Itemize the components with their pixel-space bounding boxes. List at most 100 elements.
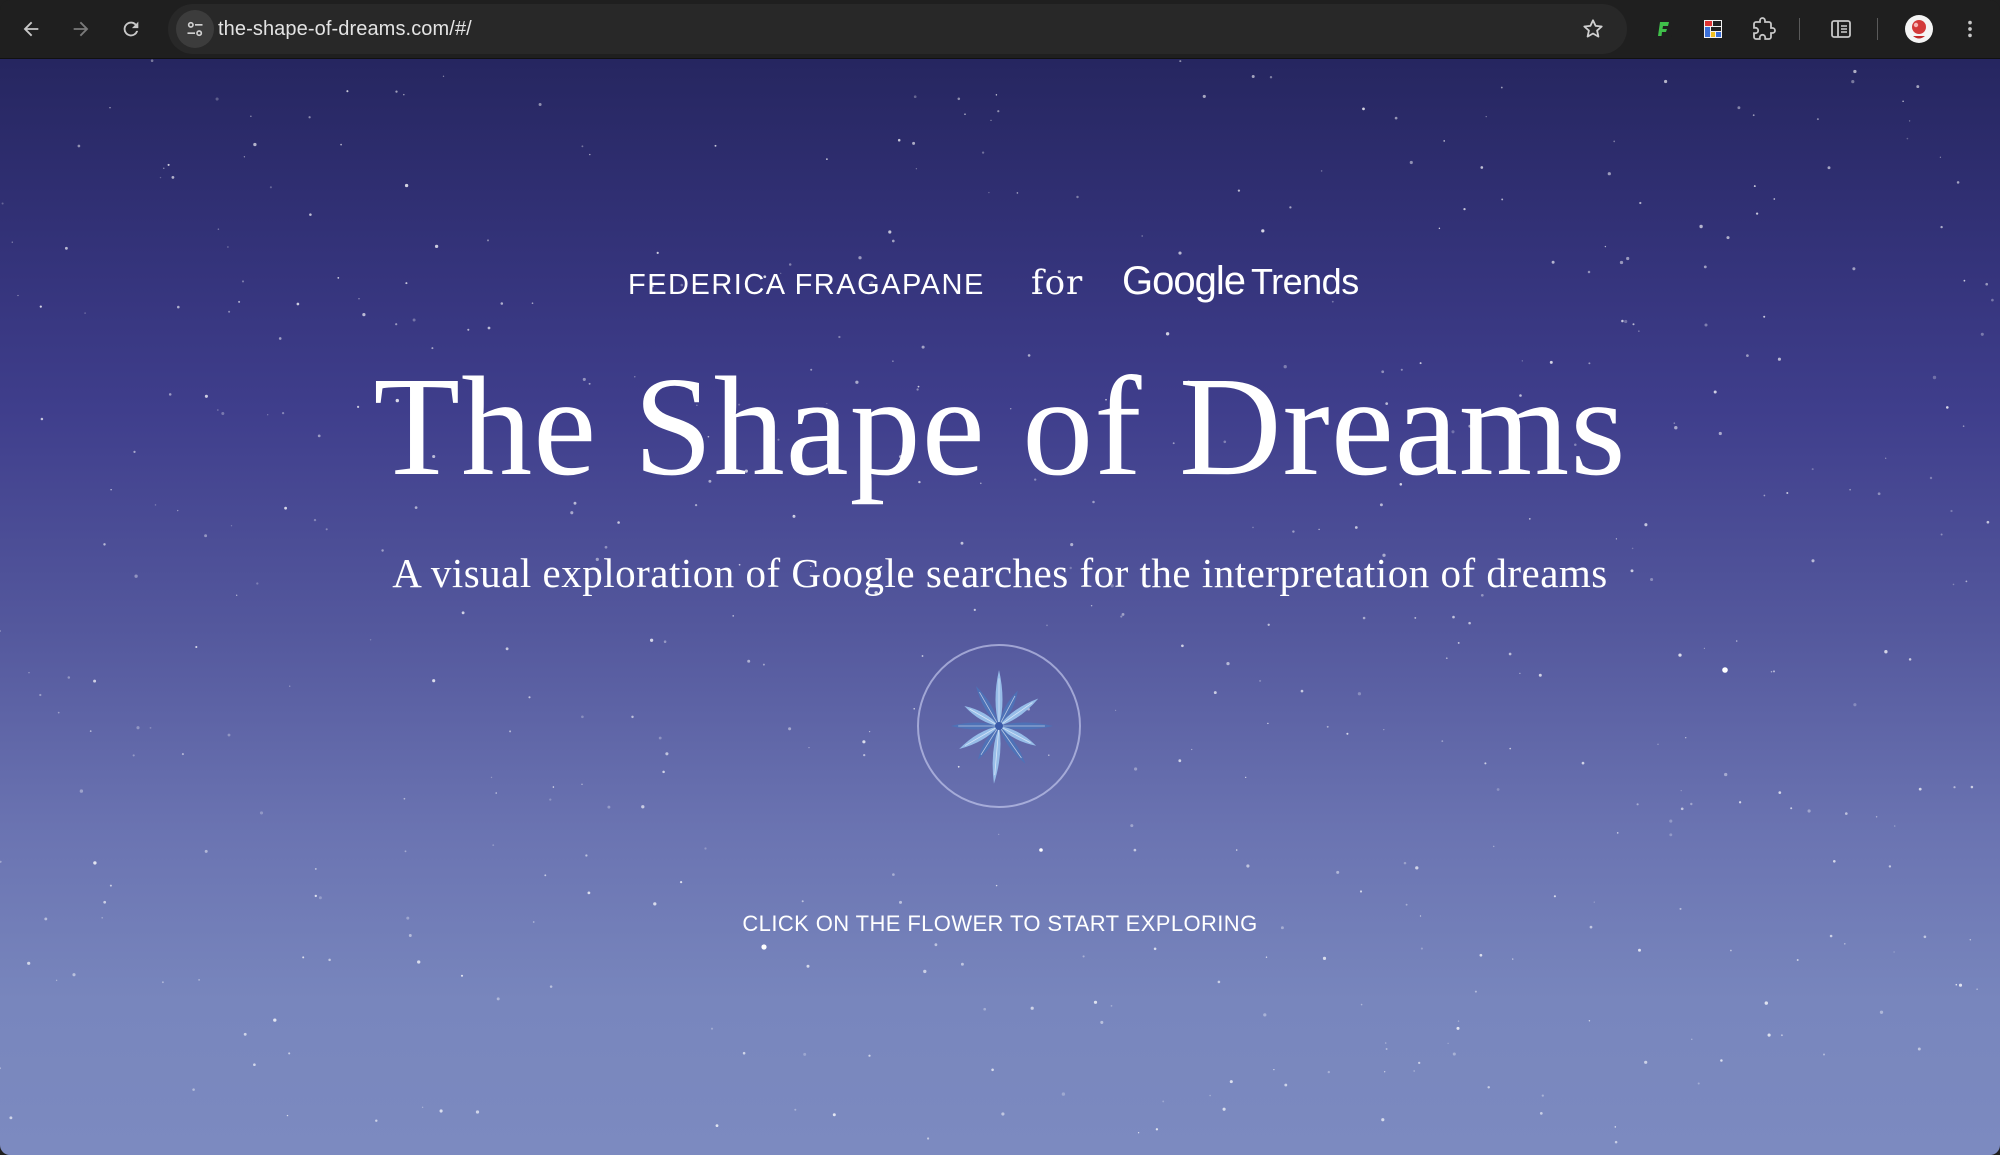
star <box>150 59 154 62</box>
star <box>742 1051 746 1055</box>
star <box>1616 832 1619 834</box>
star <box>1607 172 1611 176</box>
extension-button-1[interactable] <box>1643 9 1683 49</box>
profile-button[interactable] <box>1899 9 1939 49</box>
star <box>72 973 76 977</box>
star <box>1030 1006 1034 1010</box>
star <box>313 518 317 522</box>
star <box>1267 722 1269 725</box>
address-bar[interactable]: the-shape-of-dreams.com/#/ <box>168 4 1627 54</box>
star <box>923 969 927 974</box>
star <box>1773 670 1775 673</box>
star <box>549 985 553 988</box>
arrow-left-icon <box>23 21 39 37</box>
star <box>136 726 140 730</box>
star <box>432 679 436 683</box>
star <box>1405 903 1408 906</box>
star <box>1082 955 1085 958</box>
star <box>1251 75 1255 78</box>
star <box>163 167 165 169</box>
star <box>1385 1048 1388 1050</box>
star <box>1644 523 1648 527</box>
star <box>1730 949 1732 952</box>
star <box>460 974 464 977</box>
star <box>1039 848 1043 852</box>
star <box>1500 86 1503 89</box>
star <box>1893 825 1896 827</box>
site-info-button[interactable] <box>176 10 214 48</box>
star <box>1669 833 1673 837</box>
star <box>227 733 231 737</box>
star <box>1669 819 1673 823</box>
star <box>161 981 164 984</box>
url-text[interactable]: the-shape-of-dreams.com/#/ <box>218 4 472 54</box>
star <box>1409 160 1413 165</box>
star <box>1468 621 1471 625</box>
star <box>1061 1092 1066 1096</box>
star <box>505 647 509 651</box>
page-content: FEDERICA FRAGAPANE for Google Trends The … <box>0 59 2000 1155</box>
star <box>1336 870 1340 874</box>
star <box>1780 1034 1783 1037</box>
star <box>653 902 657 906</box>
star <box>1261 229 1265 233</box>
extensions-button[interactable] <box>1744 9 1784 49</box>
star <box>1615 538 1618 540</box>
page-title: The Shape of Dreams <box>373 347 1627 505</box>
star <box>1697 1082 1700 1085</box>
star <box>9 1116 13 1120</box>
star <box>998 833 1000 836</box>
star <box>1879 1010 1884 1014</box>
star <box>888 230 892 234</box>
star <box>788 727 792 731</box>
star <box>1420 947 1423 950</box>
star <box>217 228 220 230</box>
star <box>1443 140 1446 142</box>
star <box>1955 983 1958 986</box>
flower-start-button[interactable] <box>917 644 1081 808</box>
browser-toolbar: the-shape-of-dreams.com/#/ <box>0 0 2000 59</box>
star <box>1273 1068 1275 1071</box>
star <box>421 1106 424 1109</box>
star <box>67 676 71 679</box>
extension-button-2[interactable] <box>1693 9 1733 49</box>
star <box>93 679 97 683</box>
bookmark-button[interactable] <box>1573 9 1613 49</box>
star <box>1 202 4 205</box>
forward-button[interactable] <box>61 9 101 49</box>
star <box>27 961 31 965</box>
star <box>1690 802 1693 806</box>
back-button[interactable] <box>11 9 51 49</box>
star <box>1259 679 1262 682</box>
credits: FEDERICA FRAGAPANE for Google Trends <box>0 259 2000 319</box>
star <box>1267 623 1270 626</box>
star <box>1237 189 1241 192</box>
star <box>1245 776 1247 779</box>
star <box>1593 901 1595 903</box>
browser-menu-button[interactable] <box>1950 9 1990 49</box>
star <box>1956 181 1960 184</box>
star <box>1485 115 1487 118</box>
star <box>177 509 179 512</box>
star <box>710 1027 714 1030</box>
star <box>39 693 42 697</box>
star <box>552 786 555 788</box>
star <box>1614 1126 1617 1128</box>
reload-button[interactable] <box>111 9 151 49</box>
star <box>1621 319 1624 323</box>
star <box>1679 907 1682 910</box>
star <box>1528 518 1531 520</box>
star <box>1381 1118 1385 1122</box>
star <box>204 849 208 853</box>
side-panel-button[interactable] <box>1821 9 1861 49</box>
star <box>1357 692 1362 696</box>
star <box>1110 1005 1113 1007</box>
star <box>538 103 542 106</box>
star <box>1492 845 1495 848</box>
star <box>1456 1026 1460 1030</box>
star <box>1613 140 1616 143</box>
star <box>1360 1003 1363 1006</box>
star <box>278 337 282 340</box>
star <box>1001 1112 1005 1116</box>
star <box>794 1108 797 1111</box>
